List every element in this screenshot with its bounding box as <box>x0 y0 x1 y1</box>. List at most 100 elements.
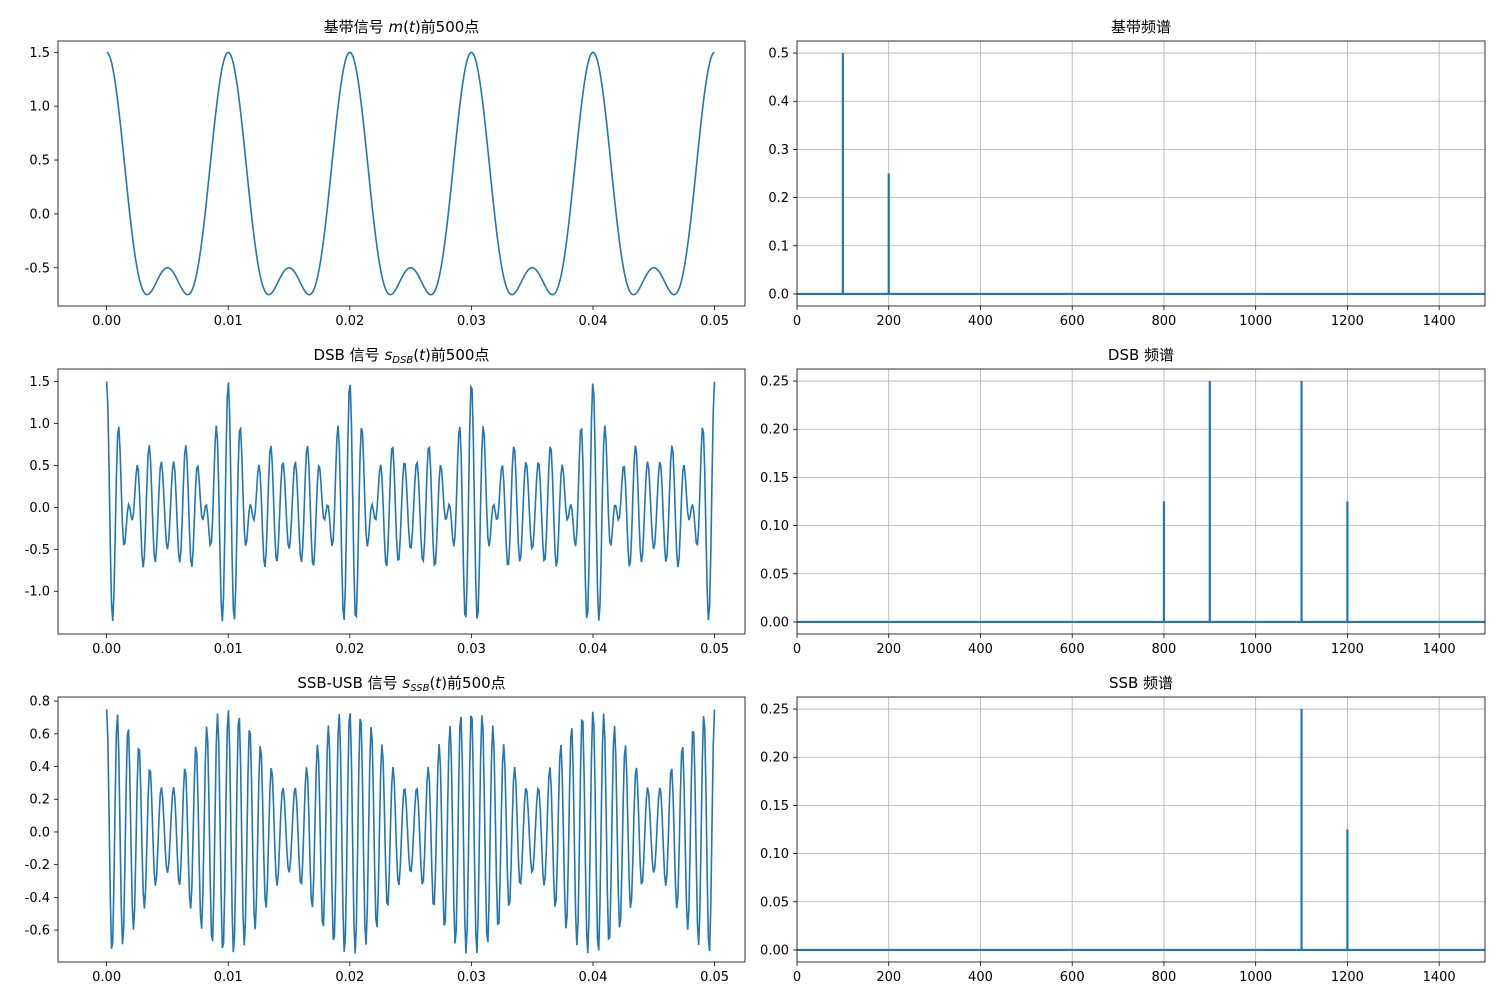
x-tick-label: 0.00 <box>92 642 121 657</box>
x-tick-label: 0.02 <box>335 970 364 985</box>
y-tick-label: 0.25 <box>760 375 789 390</box>
title-part: s <box>384 346 392 364</box>
x-tick-label: 0.03 <box>457 642 486 657</box>
chart-title: 基带频谱 <box>1111 18 1171 36</box>
title-part: DSB 频谱 <box>1108 346 1174 364</box>
y-tick-label: 0.0 <box>29 501 50 516</box>
title-part: 基带频谱 <box>1111 18 1171 36</box>
x-tick-label: 0.05 <box>700 642 729 657</box>
x-tick-label: 0.02 <box>335 642 364 657</box>
x-tick-label: 0.04 <box>579 642 608 657</box>
x-tick-label: 600 <box>1060 642 1085 657</box>
x-tick-label: 400 <box>968 970 993 985</box>
y-tick-label: -0.2 <box>25 858 50 873</box>
y-tick-label: 0.0 <box>768 287 789 302</box>
y-tick-label: 0.1 <box>768 239 789 254</box>
y-tick-label: -0.6 <box>25 924 50 939</box>
y-tick-label: 0.15 <box>760 799 789 814</box>
chart-title: DSB 信号 sDSB(t)前500点 <box>314 346 490 366</box>
x-tick-label: 1000 <box>1239 642 1272 657</box>
y-tick-label: 0.10 <box>760 519 789 534</box>
x-tick-label: 600 <box>1060 314 1085 329</box>
title-part: s <box>402 674 410 692</box>
x-tick-label: 1000 <box>1239 970 1272 985</box>
y-tick-label: 0.05 <box>760 895 789 910</box>
title-part: SSB <box>410 683 429 694</box>
title-part: )前500点 <box>425 346 489 364</box>
title-part: SSB 频谱 <box>1109 674 1173 692</box>
x-tick-label: 1200 <box>1331 970 1364 985</box>
x-tick-label: 200 <box>876 970 901 985</box>
x-tick-label: 0.05 <box>700 314 729 329</box>
x-tick-label: 0.04 <box>579 314 608 329</box>
x-tick-label: 400 <box>968 642 993 657</box>
y-tick-label: 0.5 <box>768 47 789 62</box>
x-tick-label: 0 <box>793 642 801 657</box>
y-tick-label: 0.0 <box>29 207 50 222</box>
x-tick-label: 400 <box>968 314 993 329</box>
y-tick-label: -0.5 <box>25 543 50 558</box>
x-tick-label: 0.03 <box>457 970 486 985</box>
subplot-ssb-spectrum: 0 200 400 600 800 1000 1200 1400 0.00 0.05 0.10 0.1… <box>760 674 1486 985</box>
y-tick-label: 0.3 <box>768 143 789 158</box>
x-tick-label: 600 <box>1060 970 1085 985</box>
x-tick-label: 0.01 <box>214 970 243 985</box>
x-tick-label: 200 <box>876 642 901 657</box>
y-tick-label: 0.2 <box>768 191 789 206</box>
y-tick-label: 0.6 <box>29 727 50 742</box>
y-tick-label: 1.0 <box>29 100 50 115</box>
subplot-dsb: 0.00 0.01 0.02 0.03 0.04 0.05 -1.0 -0.5 0.0 0.5 1.… <box>25 346 746 657</box>
y-tick-label: 0.10 <box>760 847 789 862</box>
x-tick-label: 1200 <box>1331 314 1364 329</box>
y-tick-label: 0.20 <box>760 423 789 438</box>
title-part: )前500点 <box>441 674 505 692</box>
x-tick-label: 0.04 <box>579 970 608 985</box>
axes-frame <box>796 368 1486 635</box>
y-tick-label: 0.25 <box>760 703 789 718</box>
y-tick-label: 0.5 <box>29 459 50 474</box>
series-line <box>106 51 715 296</box>
x-tick-label: 0.03 <box>457 314 486 329</box>
chart-title: 基带信号 m(t)前500点 <box>324 18 480 36</box>
subplot-dsb-spectrum: 0 200 400 600 800 1000 1200 1400 0.00 0.05 0.10 0.1… <box>760 346 1486 657</box>
y-tick-label: 0.20 <box>760 751 789 766</box>
subplot-baseband-spectrum: 0 200 400 600 800 1000 1200 1400 0.0 0.1 0.2 0.3 0.4… <box>768 18 1486 329</box>
x-tick-label: 1400 <box>1423 642 1456 657</box>
axes-frame <box>57 40 746 307</box>
chart-title: SSB-USB 信号 sSSB(t)前500点 <box>297 674 505 694</box>
y-tick-label: 0.4 <box>768 95 789 110</box>
chart-title: DSB 频谱 <box>1108 346 1174 364</box>
x-tick-label: 0.00 <box>92 314 121 329</box>
y-tick-label: 1.0 <box>29 417 50 432</box>
y-tick-label: 0.2 <box>29 793 50 808</box>
title-part: m <box>388 18 403 36</box>
x-tick-label: 800 <box>1152 970 1177 985</box>
x-tick-label: 0 <box>793 970 801 985</box>
series-line <box>105 709 716 954</box>
y-tick-label: 0.0 <box>29 825 50 840</box>
y-tick-label: -0.5 <box>25 261 50 276</box>
y-tick-label: 0.8 <box>29 695 50 710</box>
y-tick-label: -0.4 <box>25 891 50 906</box>
title-part: DSB 信号 <box>314 346 385 364</box>
x-tick-label: 1200 <box>1331 642 1364 657</box>
y-tick-label: 0.00 <box>760 943 789 958</box>
title-part: 基带信号 <box>324 18 389 36</box>
y-tick-label: 0.05 <box>760 567 789 582</box>
title-part: )前500点 <box>415 18 479 36</box>
x-tick-label: 0.00 <box>92 970 121 985</box>
chart-title: SSB 频谱 <box>1109 674 1173 692</box>
x-tick-label: 0.02 <box>335 314 364 329</box>
y-tick-label: 0.4 <box>29 760 50 775</box>
x-tick-label: 800 <box>1152 314 1177 329</box>
y-tick-label: 1.5 <box>29 375 50 390</box>
y-tick-label: 0.5 <box>29 154 50 169</box>
x-tick-label: 1400 <box>1423 970 1456 985</box>
axes-frame <box>796 40 1486 307</box>
series-line <box>105 381 716 622</box>
title-part: DSB <box>392 355 413 366</box>
x-tick-label: 1400 <box>1423 314 1456 329</box>
x-tick-label: 1000 <box>1239 314 1272 329</box>
title-part: SSB-USB 信号 <box>297 674 402 692</box>
y-tick-label: 0.00 <box>760 615 789 630</box>
